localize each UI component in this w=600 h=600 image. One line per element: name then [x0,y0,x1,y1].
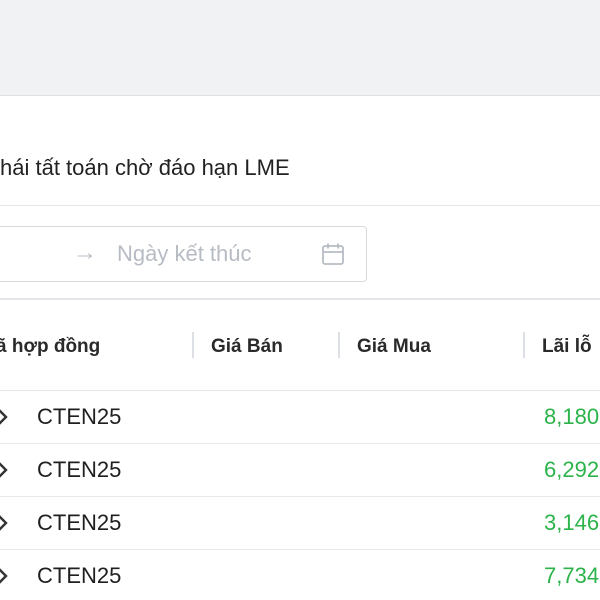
cell-pnl: 7,734, [544,563,600,588]
page-title: hái tất toán chờ đáo hạn LME [0,155,290,180]
calendar-icon[interactable] [321,242,345,266]
date-range-picker[interactable]: u → Ngày kết thúc [0,226,367,282]
top-bar [0,0,600,96]
column-header-buy-price[interactable]: Giá Mua [357,336,431,358]
chevron-right-icon[interactable] [0,513,10,533]
column-separator[interactable] [523,332,525,358]
chevron-right-icon[interactable] [0,460,10,480]
cell-contract: CTEN25 [37,510,122,535]
cell-pnl: 3,146 [544,510,600,535]
column-header-sell-price[interactable]: Giá Bán [211,336,283,358]
table-row[interactable]: CTEN25 7,734, [0,550,600,600]
column-separator[interactable] [338,332,340,358]
cell-pnl: 6,292 [544,457,600,482]
column-header-contract[interactable]: ã hợp đồng [0,336,100,358]
cell-contract: CTEN25 [37,457,122,482]
chevron-right-icon[interactable] [0,566,10,586]
table-header: ã hợp đồng Giá Bán Giá Mua Lãi lỗ [0,300,600,391]
table-row[interactable]: CTEN25 6,292 [0,444,600,497]
column-header-pnl[interactable]: Lãi lỗ [542,336,592,358]
start-date-input[interactable]: u [0,241,16,267]
cell-contract: CTEN25 [37,563,122,588]
range-arrow-icon: → [73,239,97,266]
end-date-input[interactable]: Ngày kết thúc [117,241,252,267]
column-separator[interactable] [192,332,194,358]
cell-pnl: 8,180 [544,404,600,429]
chevron-right-icon[interactable] [0,407,10,427]
cell-contract: CTEN25 [37,404,122,429]
table-row[interactable]: CTEN25 3,146 [0,497,600,550]
table-row[interactable]: CTEN25 8,180 [0,391,600,444]
title-divider [0,205,600,206]
